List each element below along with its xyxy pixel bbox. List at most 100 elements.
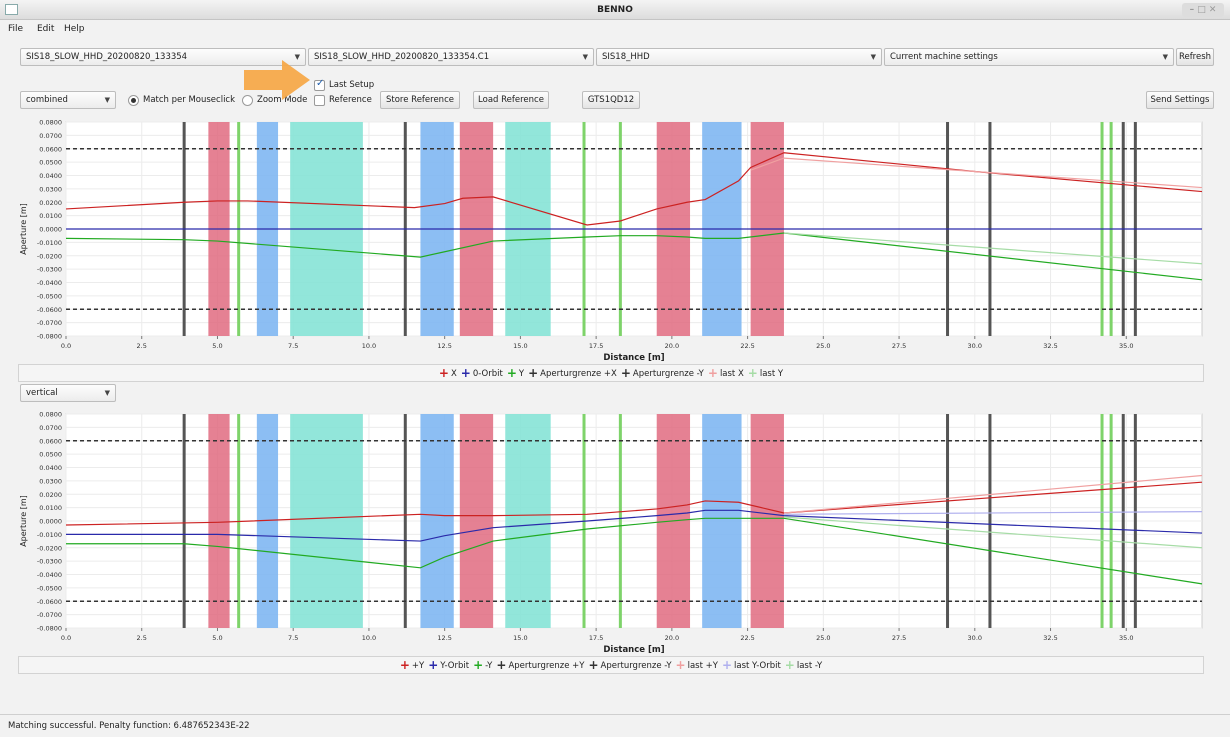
menu-bar: File Edit Help bbox=[0, 20, 1230, 40]
machine-select[interactable]: SIS18_HHD ▼ bbox=[596, 48, 882, 66]
horizontal-plot[interactable]: 0.08000.07000.06000.05000.04000.03000.02… bbox=[16, 114, 1212, 363]
last-setup-label: Last Setup bbox=[329, 80, 375, 90]
horizontal-xtick-label: 10.0 bbox=[362, 342, 376, 350]
horizontal-xtick-label: 5.0 bbox=[212, 342, 222, 350]
load-reference-button[interactable]: Load Reference bbox=[473, 91, 549, 109]
vertical-quadrupole-band bbox=[702, 414, 742, 628]
vertical-ytick-label: -0.0500 bbox=[37, 584, 62, 592]
horizontal-xtick-label: 17.5 bbox=[589, 342, 603, 350]
window-title: BENNO bbox=[597, 5, 633, 15]
match-mouse-radio[interactable] bbox=[128, 95, 139, 106]
vertical-xtick-label: 10.0 bbox=[362, 634, 376, 642]
vertical-xtick-label: 15.0 bbox=[513, 634, 527, 642]
file-select-value: SIS18_SLOW_HHD_20200820_133354 bbox=[26, 52, 188, 62]
settings-select-value: Current machine settings bbox=[890, 52, 998, 62]
status-text: Matching successful. Penalty function: 6… bbox=[8, 721, 250, 731]
horizontal-legend-item: + Aperturgrenze -Y bbox=[621, 365, 704, 382]
vertical-quadrupole-band bbox=[420, 414, 454, 628]
vertical-xtick-label: 22.5 bbox=[740, 634, 754, 642]
status-bar: Matching successful. Penalty function: 6… bbox=[0, 714, 1230, 736]
vertical-ytick-label: 0.0200 bbox=[39, 491, 62, 499]
legend-cross-icon: + bbox=[784, 658, 795, 672]
element-button[interactable]: GTS1QD12 bbox=[582, 91, 640, 109]
vertical-legend-item: + last -Y bbox=[785, 657, 822, 674]
menu-help[interactable]: Help bbox=[64, 24, 85, 34]
legend-cross-icon: + bbox=[620, 366, 631, 380]
legend-cross-icon: + bbox=[707, 366, 718, 380]
horizontal-legend-item: + X bbox=[439, 365, 457, 382]
vertical-legend-item: + Aperturgrenze -Y bbox=[588, 657, 671, 674]
vertical-ytick-label: 0.0800 bbox=[39, 411, 62, 419]
vertical-marker-line bbox=[1133, 414, 1137, 628]
horizontal-ytick-label: -0.0700 bbox=[37, 319, 62, 327]
vertical-yaxis-label: Aperture [m] bbox=[19, 495, 28, 547]
plane-select[interactable]: vertical ▼ bbox=[20, 384, 116, 402]
vertical-xaxis-label: Distance [m] bbox=[603, 645, 664, 654]
horizontal-xtick-label: 7.5 bbox=[288, 342, 298, 350]
horizontal-ytick-label: 0.0000 bbox=[39, 226, 62, 234]
vertical-ytick-label: 0.0100 bbox=[39, 504, 62, 512]
record-select-value: SIS18_SLOW_HHD_20200820_133354.C1 bbox=[314, 52, 490, 62]
horizontal-xtick-label: 25.0 bbox=[816, 342, 830, 350]
legend-cross-icon: + bbox=[438, 366, 449, 380]
last-setup-checkbox[interactable] bbox=[314, 78, 325, 91]
vertical-ytick-label: -0.0100 bbox=[37, 531, 62, 539]
vertical-xtick-label: 0.0 bbox=[61, 634, 71, 642]
store-reference-button[interactable]: Store Reference bbox=[380, 91, 460, 109]
vertical-legend-label: last Y-Orbit bbox=[734, 661, 781, 671]
horizontal-legend: + X +0-Orbit + Y + Aperturgrenze +X + Aperturgre… bbox=[18, 364, 1204, 382]
vertical-legend-item: + -Y bbox=[473, 657, 492, 674]
vertical-plot[interactable]: 0.08000.07000.06000.05000.04000.03000.02… bbox=[16, 406, 1212, 655]
chevron-down-icon: ▼ bbox=[104, 389, 110, 397]
horizontal-legend-item: + Aperturgrenze +X bbox=[528, 365, 617, 382]
vertical-chart[interactable]: 0.0800 0.0700 0.0600 0.0500 0.0400 0.0300 0.02… bbox=[16, 406, 1212, 655]
vertical-quadrupole-band bbox=[290, 414, 363, 628]
horizontal-xtick-label: 27.5 bbox=[892, 342, 906, 350]
horizontal-ytick-label: -0.0500 bbox=[37, 292, 62, 300]
reference-checkbox[interactable] bbox=[314, 95, 325, 106]
vertical-ytick-label: 0.0400 bbox=[39, 464, 62, 472]
horizontal-ytick-label: -0.0800 bbox=[37, 333, 62, 341]
horizontal-ytick-label: -0.0300 bbox=[37, 266, 62, 274]
horizontal-ytick-label: 0.0400 bbox=[39, 172, 62, 180]
vertical-legend-item: + Y-Orbit bbox=[428, 657, 469, 674]
menu-file[interactable]: File bbox=[8, 24, 23, 34]
refresh-button[interactable]: Refresh bbox=[1176, 48, 1214, 66]
chevron-down-icon: ▼ bbox=[1162, 53, 1168, 61]
horizontal-legend-label: last X bbox=[719, 369, 744, 379]
horizontal-ytick-label: -0.0600 bbox=[37, 306, 62, 314]
horizontal-ytick-label: -0.0100 bbox=[37, 239, 62, 247]
horizontal-xtick-label: 35.0 bbox=[1119, 342, 1133, 350]
menu-edit[interactable]: Edit bbox=[37, 24, 54, 34]
horizontal-xtick-label: 0.0 bbox=[61, 342, 71, 350]
vertical-xtick-label: 2.5 bbox=[137, 634, 147, 642]
send-settings-button[interactable]: Send Settings bbox=[1146, 91, 1214, 109]
vertical-legend-item: + +Y bbox=[400, 657, 424, 674]
vertical-ytick-label: 0.0000 bbox=[39, 518, 62, 526]
vertical-legend-item: + last +Y bbox=[676, 657, 718, 674]
settings-select[interactable]: Current machine settings ▼ bbox=[884, 48, 1174, 66]
horizontal-ytick-label: 0.0100 bbox=[39, 212, 62, 220]
vertical-xtick-label: 5.0 bbox=[212, 634, 222, 642]
chevron-down-icon: ▼ bbox=[870, 53, 876, 61]
horizontal-legend-item: + last X bbox=[708, 365, 744, 382]
vertical-legend-item: + Aperturgrenze +Y bbox=[496, 657, 584, 674]
title-bar: BENNO – □ ✕ bbox=[0, 0, 1230, 20]
mode-select[interactable]: combined ▼ bbox=[20, 91, 116, 109]
horizontal-ytick-label: 0.0800 bbox=[39, 119, 62, 127]
legend-cross-icon: + bbox=[473, 658, 484, 672]
window-controls[interactable]: – □ ✕ bbox=[1182, 3, 1224, 17]
vertical-marker-line bbox=[988, 414, 992, 628]
legend-cross-icon: + bbox=[588, 658, 599, 672]
horizontal-legend-label: Aperturgrenze +X bbox=[540, 369, 617, 379]
record-select[interactable]: SIS18_SLOW_HHD_20200820_133354.C1 ▼ bbox=[308, 48, 594, 66]
vertical-legend-label: last -Y bbox=[796, 661, 823, 671]
horizontal-legend-label: Aperturgrenze -Y bbox=[632, 369, 704, 379]
vertical-ytick-label: 0.0300 bbox=[39, 477, 62, 485]
vertical-sextupole-line bbox=[1100, 414, 1104, 628]
horizontal-chart[interactable]: 0.0800 0.0700 0.0600 0.0500 0.0400 0.0300 0.02… bbox=[16, 114, 1212, 363]
vertical-ytick-label: -0.0800 bbox=[37, 625, 62, 633]
horizontal-legend-label: 0-Orbit bbox=[472, 369, 503, 379]
vertical-legend-label: -Y bbox=[485, 661, 493, 671]
vertical-xtick-label: 35.0 bbox=[1119, 634, 1133, 642]
